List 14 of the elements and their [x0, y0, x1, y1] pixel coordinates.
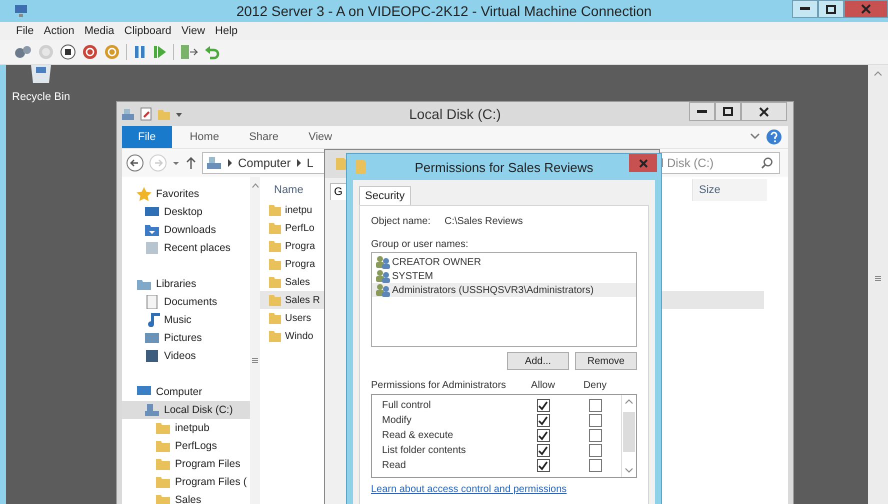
- dialog-title: Permissions for Sales Reviews: [414, 160, 594, 174]
- permission-name: Read: [382, 460, 407, 471]
- column-header: Deny: [582, 380, 608, 391]
- permission-name: Modify: [382, 415, 412, 426]
- field-label: Object name:: [371, 216, 430, 227]
- window-title: Local Disk (C:): [409, 106, 501, 122]
- permission-name: Full control: [382, 400, 432, 411]
- field-label: Group or user names:: [371, 239, 470, 250]
- window-title: 2012 Server 3 - A on VIDEOPC-2K12 - Virtual Machine Connection: [236, 3, 652, 19]
- field-label: Permissions for Administrators: [371, 380, 508, 391]
- permission-name: Read & execute: [382, 430, 454, 441]
- permission-name: List folder contents: [382, 445, 467, 456]
- object-path: C:\Sales Reviews: [444, 216, 523, 227]
- column-header: Allow: [530, 380, 556, 391]
